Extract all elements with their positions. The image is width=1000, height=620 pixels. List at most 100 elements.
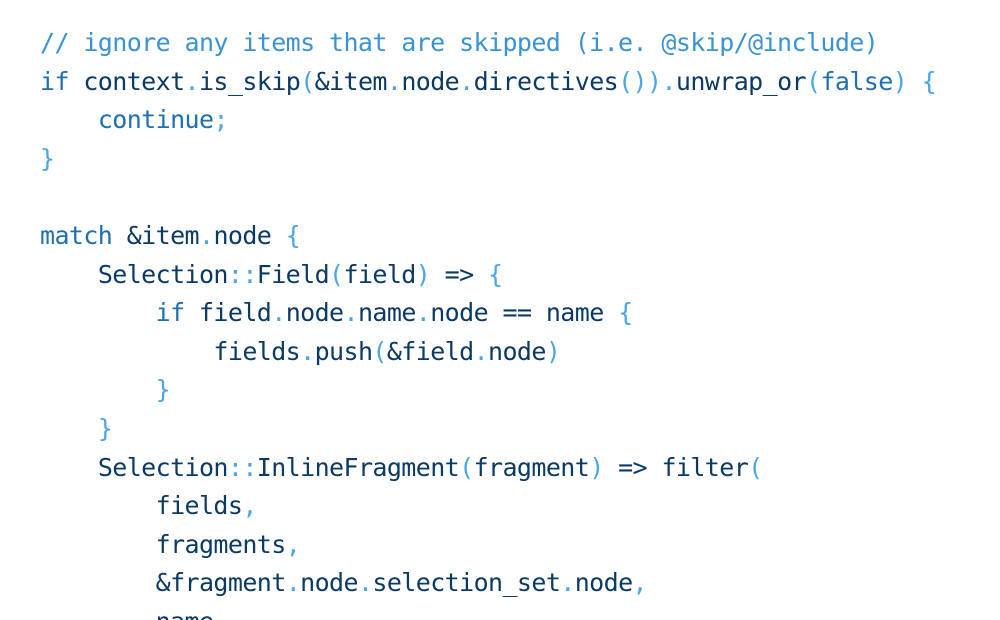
- code-identifier: context: [83, 66, 185, 96]
- code-line: }: [40, 410, 936, 449]
- code-punctuation: .: [343, 298, 359, 328]
- code-punctuation: .: [386, 66, 402, 96]
- code-identifier: InlineFragment: [256, 452, 460, 482]
- code-identifier: name: [357, 298, 416, 328]
- code-punctuation: ::: [227, 259, 258, 289]
- code-identifier: directives: [473, 66, 619, 96]
- code-keyword: if: [40, 66, 70, 96]
- code-identifier: node: [285, 298, 344, 328]
- code-line: fields,: [40, 487, 936, 526]
- code-punctuation: {: [618, 298, 633, 328]
- code-punctuation: .: [271, 298, 286, 328]
- code-punctuation: .: [473, 336, 489, 366]
- code-identifier: node: [488, 336, 546, 366]
- code-punctuation: (: [372, 336, 387, 366]
- code-line: match &item.node {: [40, 217, 936, 256]
- code-punctuation: .: [661, 66, 676, 96]
- code-punctuation: ;: [213, 105, 228, 135]
- code-identifier: Selection: [97, 452, 229, 482]
- code-identifier: &item: [314, 66, 388, 96]
- code-punctuation: ): [545, 336, 561, 366]
- code-punctuation: .: [184, 66, 200, 96]
- code-identifier: is_skip: [198, 66, 301, 96]
- code-punctuation: .: [300, 336, 315, 366]
- code-identifier: node: [430, 298, 489, 328]
- code-identifier: node: [213, 220, 272, 250]
- code-line: }: [40, 140, 936, 179]
- code-line: if field.node.name.node == name {: [40, 294, 936, 333]
- code-identifier: Selection: [97, 259, 229, 289]
- code-identifier: &item: [126, 220, 200, 250]
- code-identifier: node: [401, 66, 460, 96]
- code-identifier: fields: [213, 336, 301, 366]
- code-line: &fragment.node.selection_set.node,: [40, 564, 936, 603]
- code-punctuation: ::: [227, 452, 258, 482]
- code-identifier: push: [314, 336, 373, 366]
- code-punctuation: ,: [632, 568, 648, 598]
- code-identifier: node: [300, 568, 358, 598]
- code-punctuation: (: [329, 259, 344, 289]
- code-punctuation: ): [415, 259, 431, 289]
- code-line: name: [40, 603, 936, 620]
- code-keyword: continue: [97, 105, 214, 135]
- code-identifier: &field: [386, 336, 474, 366]
- code-keyword: false: [820, 66, 893, 96]
- code-punctuation: (: [748, 452, 763, 482]
- code-line: Selection::Field(field) => {: [40, 256, 936, 295]
- code-identifier: field: [198, 298, 272, 328]
- code-line: // ignore any items that are skipped (i.…: [40, 24, 936, 63]
- code-editor: // ignore any items that are skipped (i.…: [0, 0, 1000, 620]
- code-punctuation: {: [921, 66, 937, 96]
- code-identifier: =>: [444, 259, 475, 289]
- code-identifier: field: [343, 259, 417, 289]
- code-punctuation: .: [560, 568, 575, 598]
- code-punctuation: (: [805, 66, 821, 96]
- code-identifier: fragment: [473, 452, 590, 482]
- code-identifier: unwrap_or: [675, 66, 807, 96]
- code-punctuation: .: [357, 568, 373, 598]
- code-identifier: node: [574, 568, 633, 598]
- code-punctuation: ,: [242, 491, 257, 521]
- code-punctuation: ()): [618, 66, 662, 96]
- code-punctuation: ): [589, 452, 604, 482]
- code-block: // ignore any items that are skipped (i.…: [40, 24, 937, 620]
- code-line: fragments,: [40, 526, 936, 565]
- code-line: continue;: [40, 101, 936, 140]
- code-keyword: match: [40, 220, 113, 250]
- code-keyword: if: [155, 298, 186, 328]
- code-identifier: &fragment: [155, 568, 287, 598]
- code-punctuation: ): [892, 66, 908, 96]
- code-comment: // ignore any items that are skipped (i.…: [40, 28, 879, 57]
- code-punctuation: .: [198, 220, 214, 250]
- code-identifier: fragments: [155, 529, 287, 559]
- code-punctuation: }: [155, 375, 171, 405]
- code-identifier: filter: [661, 452, 749, 482]
- code-line: fields.push(&field.node): [40, 333, 936, 372]
- code-identifier: name: [545, 298, 604, 328]
- code-identifier: fields: [155, 491, 243, 521]
- code-punctuation: (: [300, 66, 315, 96]
- code-identifier: name: [156, 607, 214, 620]
- code-punctuation: {: [285, 220, 301, 250]
